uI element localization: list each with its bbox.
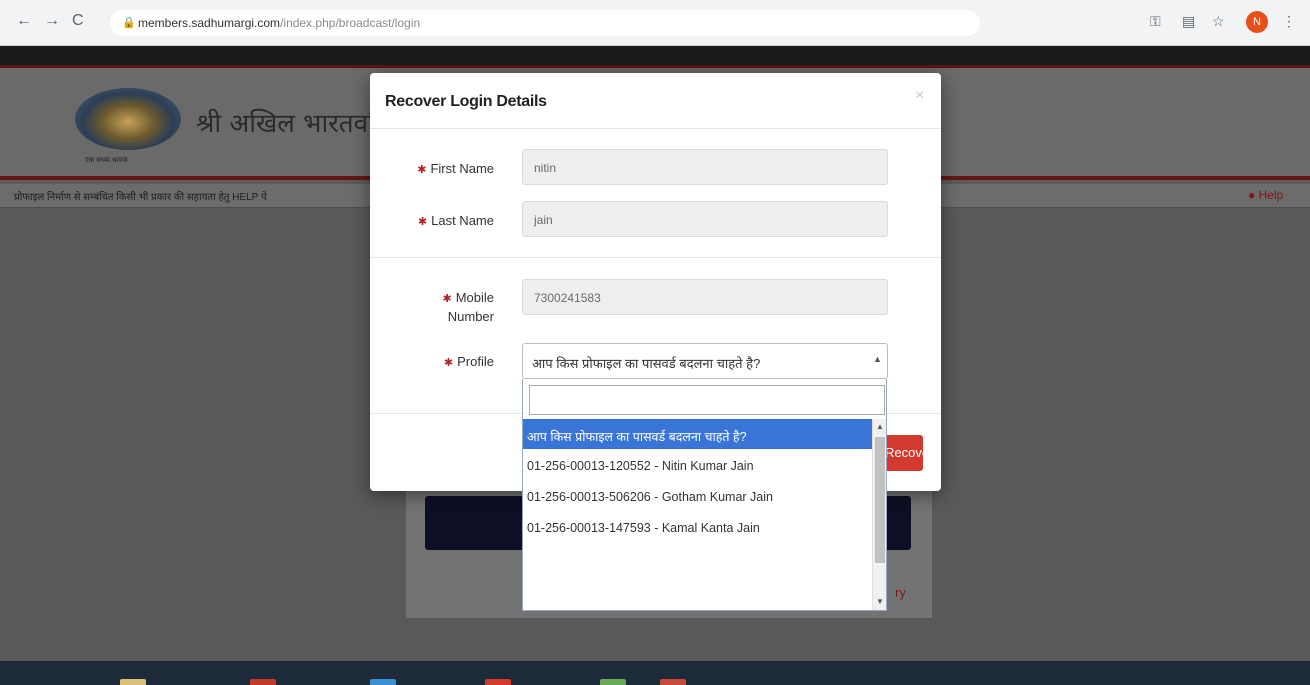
- taskbar-app-icon[interactable]: [485, 679, 511, 685]
- dropdown-option[interactable]: 01-256-00013-506206 - Gotham Kumar Jain: [523, 481, 872, 511]
- caret-up-icon: ▲: [873, 354, 882, 364]
- taskbar: [0, 661, 1310, 685]
- taskbar-app-icon[interactable]: [660, 679, 686, 685]
- taskbar-app-icon[interactable]: [600, 679, 626, 685]
- arrow-right-icon[interactable]: →: [44, 12, 60, 30]
- lock-icon: 🔒: [122, 17, 136, 29]
- scroll-up-icon[interactable]: ▲: [876, 422, 884, 431]
- first-name-label: ✱ First Name: [417, 161, 494, 176]
- scroll-down-icon[interactable]: ▼: [876, 597, 884, 606]
- profile-select-value: आप किस प्रोफाइल का पासवर्ड बदलना चाहते ह…: [532, 356, 761, 371]
- info-text: प्रोफाइल निर्माण से सम्बंधित किसी भी प्र…: [14, 192, 267, 203]
- required-icon: ✱: [443, 357, 454, 369]
- modal-title: Recover Login Details: [385, 93, 547, 110]
- required-icon: ✱: [442, 293, 452, 305]
- mobile-label: ✱ Mobile Number: [442, 290, 494, 324]
- profile-avatar[interactable]: N: [1246, 11, 1268, 33]
- last-name-label: ✱ Last Name: [417, 213, 494, 228]
- logo-tagline: एक सच्चा श्रावक: [85, 157, 128, 164]
- page-top-bar: [0, 46, 1310, 68]
- star-icon[interactable]: ☆: [1212, 13, 1225, 30]
- translate-icon[interactable]: ▤: [1182, 13, 1195, 30]
- dropdown-option[interactable]: आप किस प्रोफाइल का पासवर्ड बदलना चाहते ह…: [523, 419, 872, 449]
- dropdown-option[interactable]: 01-256-00013-120552 - Nitin Kumar Jain: [523, 450, 872, 480]
- profile-label: ✱ Profile: [443, 354, 494, 369]
- profile-dropdown: आप किस प्रोफाइल का पासवर्ड बदलना चाहते ह…: [522, 379, 887, 611]
- scrollbar-thumb[interactable]: [875, 437, 885, 563]
- first-name-field[interactable]: nitin: [522, 149, 888, 185]
- address-bar[interactable]: 🔒 members.sadhumargi.com/index.php/broad…: [110, 10, 980, 36]
- last-name-field[interactable]: jain: [522, 201, 888, 237]
- profile-select[interactable]: आप किस प्रोफाइल का पासवर्ड बदलना चाहते ह…: [522, 343, 888, 379]
- dropdown-search-input[interactable]: [529, 385, 885, 415]
- required-icon: ✱: [417, 164, 427, 176]
- close-icon[interactable]: ×: [915, 87, 924, 105]
- taskbar-app-icon[interactable]: [250, 679, 276, 685]
- key-icon[interactable]: ⚿: [1150, 13, 1161, 30]
- taskbar-app-icon[interactable]: [120, 679, 146, 685]
- dropdown-options: आप किस प्रोफाइल का पासवर्ड बदलना चाहते ह…: [523, 419, 872, 610]
- required-icon: ✱: [417, 216, 428, 228]
- taskbar-app-icon[interactable]: [370, 679, 396, 685]
- browser-toolbar: ← → C 🔒 members.sadhumargi.com/index.php…: [0, 0, 1310, 46]
- mobile-field[interactable]: 7300241583: [522, 279, 888, 315]
- login-link[interactable]: ry: [895, 585, 906, 600]
- help-icon: ●: [1248, 188, 1256, 202]
- site-logo: [75, 88, 181, 150]
- dropdown-option[interactable]: 01-256-00013-147593 - Kamal Kanta Jain: [523, 512, 872, 542]
- help-link[interactable]: ● Help: [1248, 188, 1283, 202]
- url-text: members.sadhumargi.com/index.php/broadca…: [138, 16, 421, 30]
- arrow-left-icon[interactable]: ←: [16, 12, 32, 30]
- dropdown-scrollbar[interactable]: ▲ ▼: [872, 419, 886, 610]
- site-title: श्री अखिल भारतवर्षि: [196, 109, 390, 139]
- menu-icon[interactable]: ⋮: [1282, 13, 1296, 30]
- reload-icon[interactable]: C: [72, 12, 84, 30]
- modal-header: Recover Login Details ×: [370, 73, 941, 129]
- divider: [370, 257, 941, 258]
